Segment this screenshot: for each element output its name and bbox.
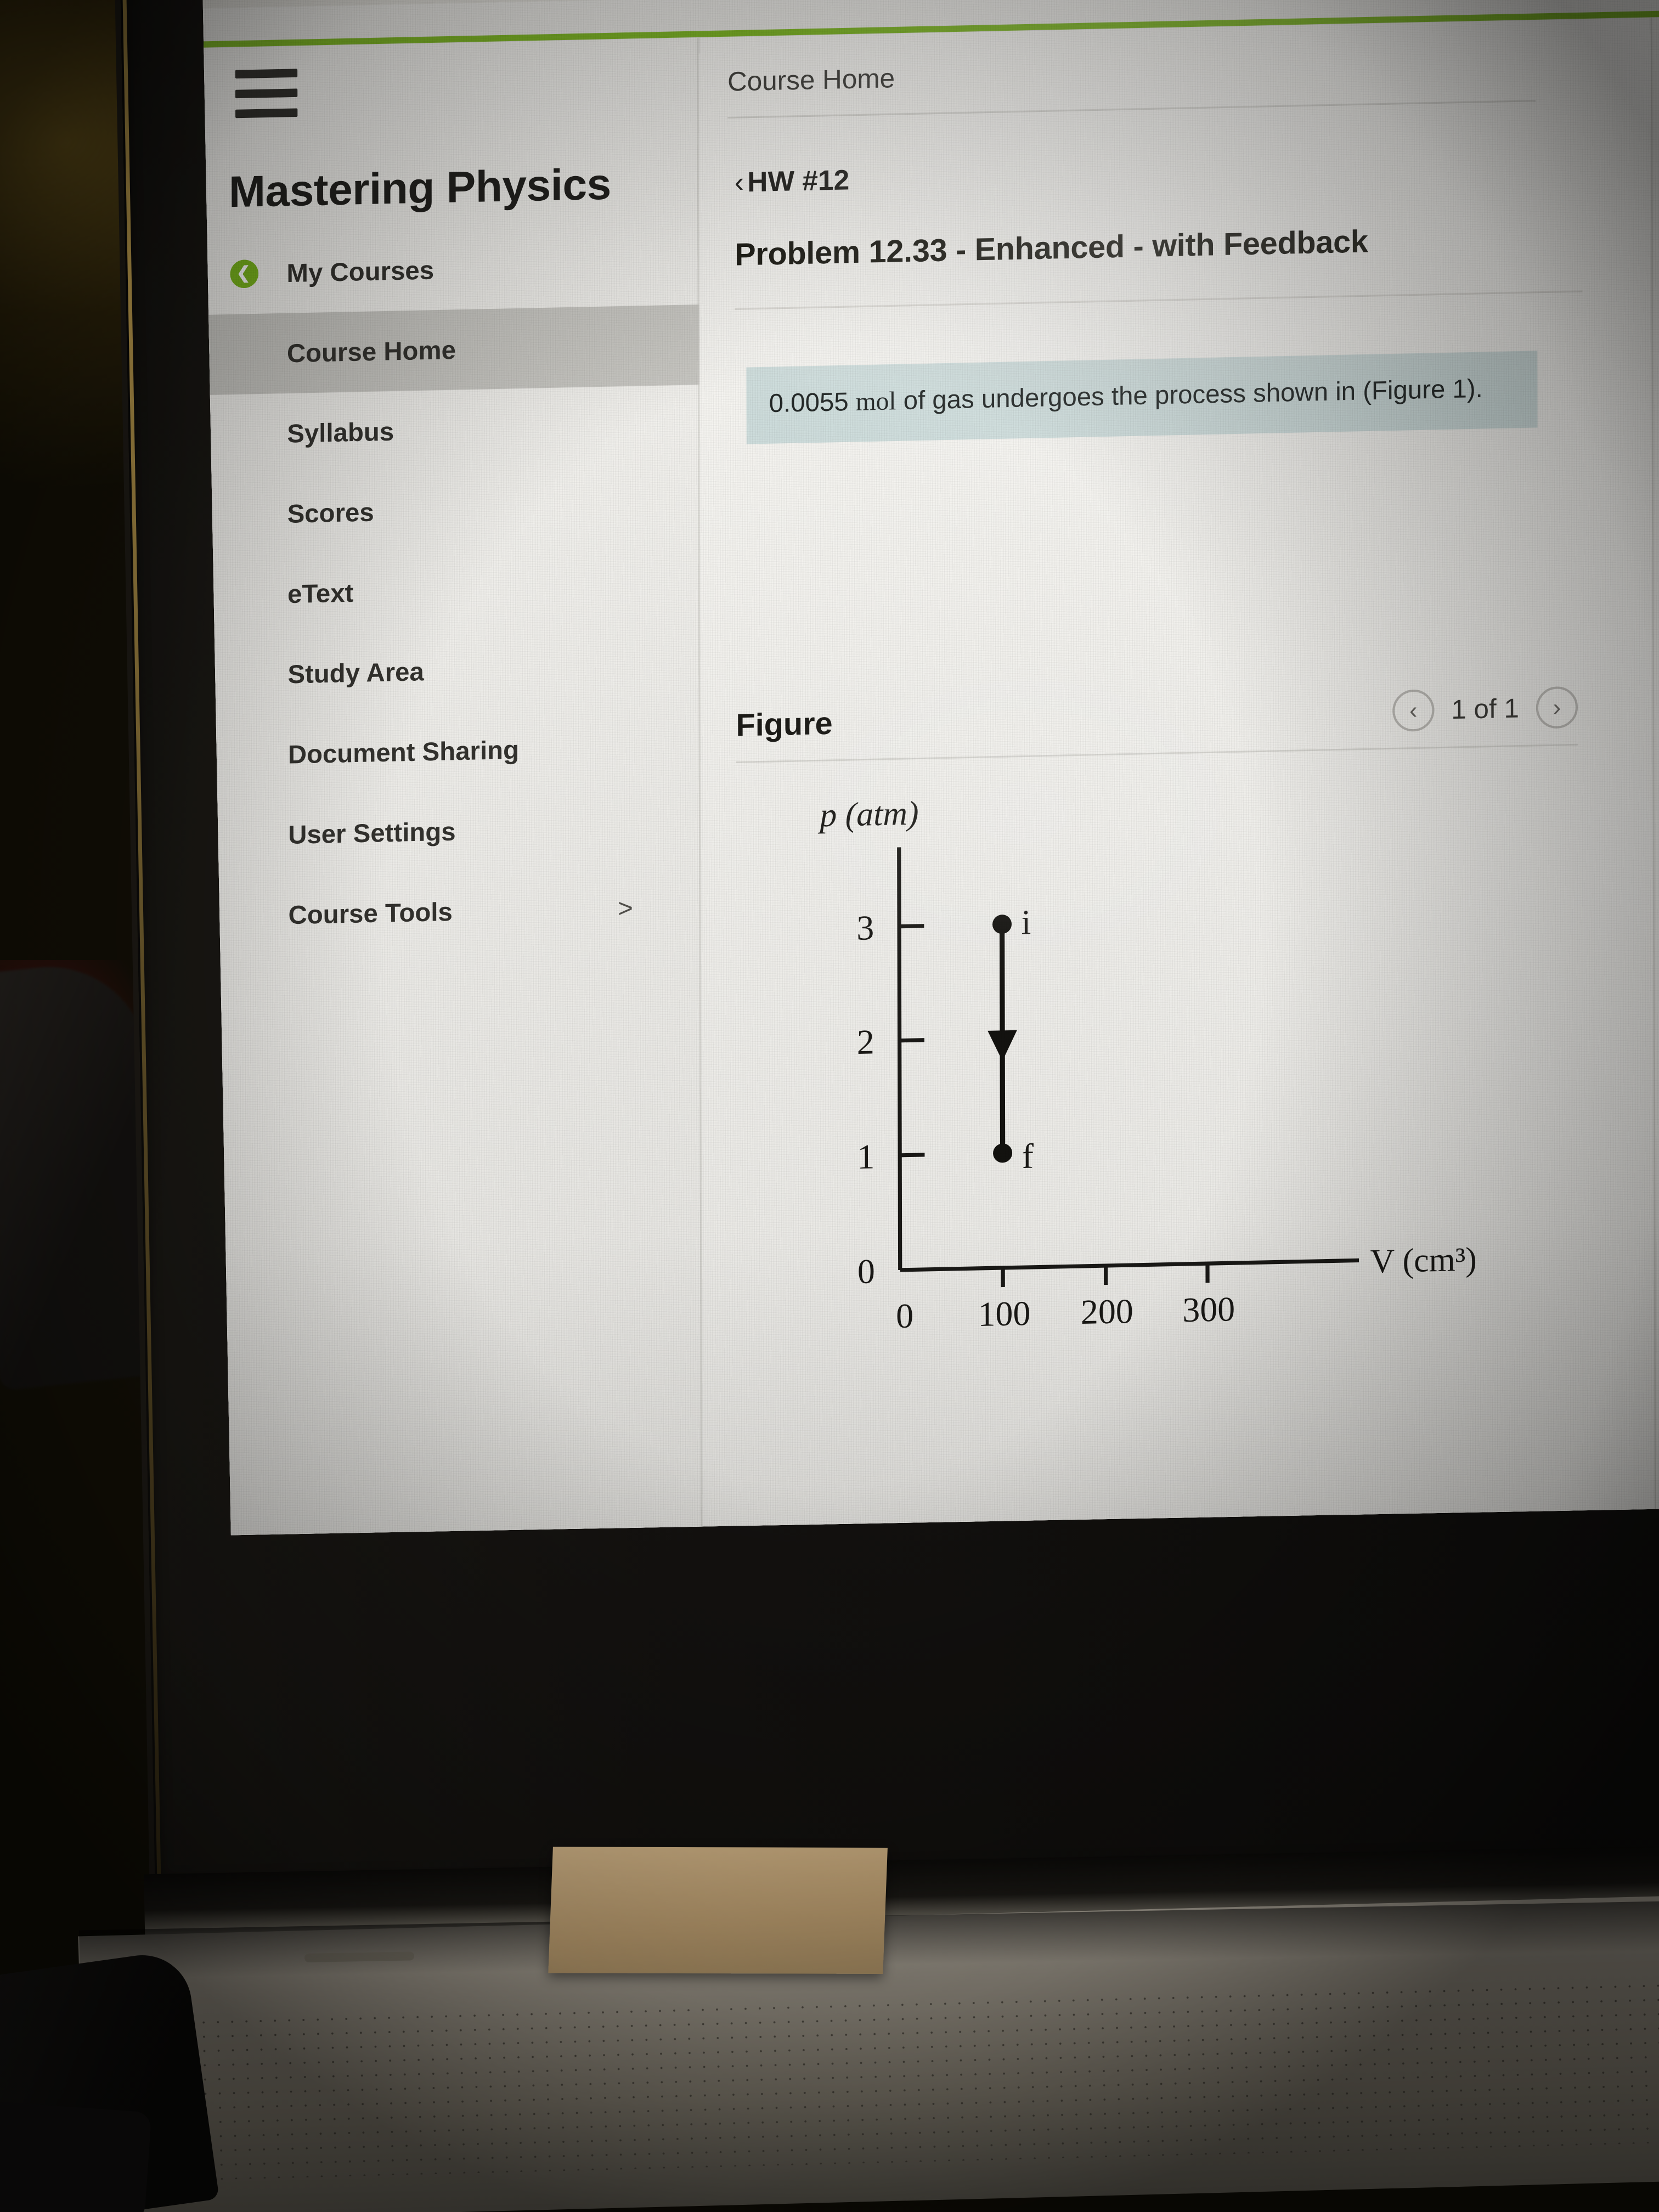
pv-diagram-figure: p (atm) 3 2 1 0 0 100 200 300 V (cm³) i …	[747, 771, 1579, 1398]
sidebar-item-label: Course Home	[286, 335, 456, 368]
foreground-object	[0, 2101, 152, 2212]
sidebar-item-label: Study Area	[287, 656, 424, 689]
chevron-left-circle-icon: ❮	[230, 259, 259, 289]
figure-pager: ‹ 1 of 1 ›	[1392, 686, 1578, 732]
sidebar-item-my-courses[interactable]: ❮ My Courses	[202, 224, 699, 315]
sidebar: Mastering Physics ❮ My Courses Course Ho…	[201, 37, 703, 1536]
main-content: Course Home ‹ HW #12 Problem 12.33 - Enha…	[700, 18, 1654, 1536]
figure-page-count: 1 of 1	[1451, 693, 1520, 725]
divider	[735, 290, 1583, 310]
divider	[736, 743, 1578, 764]
hamburger-menu-icon[interactable]	[235, 69, 298, 119]
assignment-back-link[interactable]: ‹ HW #12	[735, 163, 850, 199]
data-point-f	[993, 1143, 1013, 1163]
sidebar-item-document-sharing[interactable]: Document Sharing	[203, 706, 701, 796]
laptop-screen: Best & Fast ... ×	[201, 0, 1659, 1536]
sidebar-item-label: Document Sharing	[287, 735, 520, 769]
problem-statement: 0.0055 mol of gas undergoes the process …	[746, 351, 1538, 444]
process-arrowhead	[988, 1030, 1017, 1061]
sidebar-item-course-home[interactable]: Course Home	[202, 304, 699, 396]
sidebar-item-study-area[interactable]: Study Area	[203, 625, 701, 716]
sidebar-item-etext[interactable]: eText	[202, 545, 700, 636]
sidebar-nav: ❮ My Courses Course Home Syllabus Scores	[202, 224, 701, 957]
x-tick-label: 200	[1081, 1291, 1133, 1331]
sidebar-item-label: Course Tools	[288, 896, 453, 930]
web-page: PHYS 2010 F2F F202 Mastering Physics ❮	[201, 0, 1659, 1536]
figure-label: Figure	[736, 704, 833, 743]
y-axis-label: p (atm)	[817, 795, 918, 834]
sidebar-item-label: My Courses	[286, 255, 435, 288]
data-label-f: f	[1022, 1136, 1034, 1175]
screen-content: Best & Fast ... ×	[201, 0, 1659, 1536]
statement-number: 0.0055	[769, 386, 849, 418]
photo-of-laptop-screen: Best & Fast ... ×	[0, 0, 1659, 2212]
x-tick-label: 300	[1182, 1289, 1235, 1329]
x-tick-label: 100	[978, 1294, 1030, 1334]
assignment-label: HW #12	[747, 163, 850, 198]
statement-text: of gas undergoes the process shown in (F…	[896, 373, 1483, 415]
breadcrumb[interactable]: Course Home	[727, 49, 1536, 98]
figure-header: Figure ‹ 1 of 1 ›	[736, 686, 1578, 746]
data-label-i: i	[1021, 902, 1031, 941]
problem-title: Problem 12.33 - Enhanced - with Feedback	[735, 223, 1368, 272]
sidebar-item-label: Scores	[287, 497, 374, 529]
brand-title: Mastering Physics	[228, 159, 611, 217]
sidebar-item-label: eText	[287, 578, 354, 609]
y-axis	[897, 847, 902, 1270]
data-point-i	[992, 915, 1012, 934]
sidebar-item-user-settings[interactable]: User Settings	[204, 786, 701, 877]
x-axis	[900, 1258, 1359, 1272]
y-tick-label: 2	[857, 1022, 874, 1062]
y-tick-label: 0	[857, 1252, 875, 1291]
x-tick-label: 0	[896, 1296, 913, 1335]
breadcrumb-bar: Course Home	[727, 49, 1536, 119]
sidebar-item-label: User Settings	[288, 816, 456, 850]
y-tick-label: 3	[856, 908, 874, 947]
sidebar-item-label: Syllabus	[287, 416, 394, 448]
sidebar-item-syllabus[interactable]: Syllabus	[202, 385, 700, 475]
sticky-note	[548, 1847, 888, 1974]
x-axis-label: V (cm³)	[1370, 1241, 1477, 1280]
sidebar-item-course-tools[interactable]: Course Tools >	[204, 866, 701, 957]
figure-prev-button[interactable]: ‹	[1392, 689, 1435, 732]
figure-next-button[interactable]: ›	[1536, 686, 1578, 729]
statement-unit: mol	[855, 386, 896, 416]
chevron-left-icon: ‹	[734, 166, 744, 199]
sidebar-item-scores[interactable]: Scores	[202, 465, 700, 556]
y-tick-label: 1	[857, 1137, 874, 1176]
laptop: Best & Fast ... ×	[78, 0, 1659, 2212]
pv-diagram-svg: p (atm) 3 2 1 0 0 100 200 300 V (cm³) i …	[817, 795, 1477, 1336]
chevron-right-icon: >	[618, 893, 633, 923]
